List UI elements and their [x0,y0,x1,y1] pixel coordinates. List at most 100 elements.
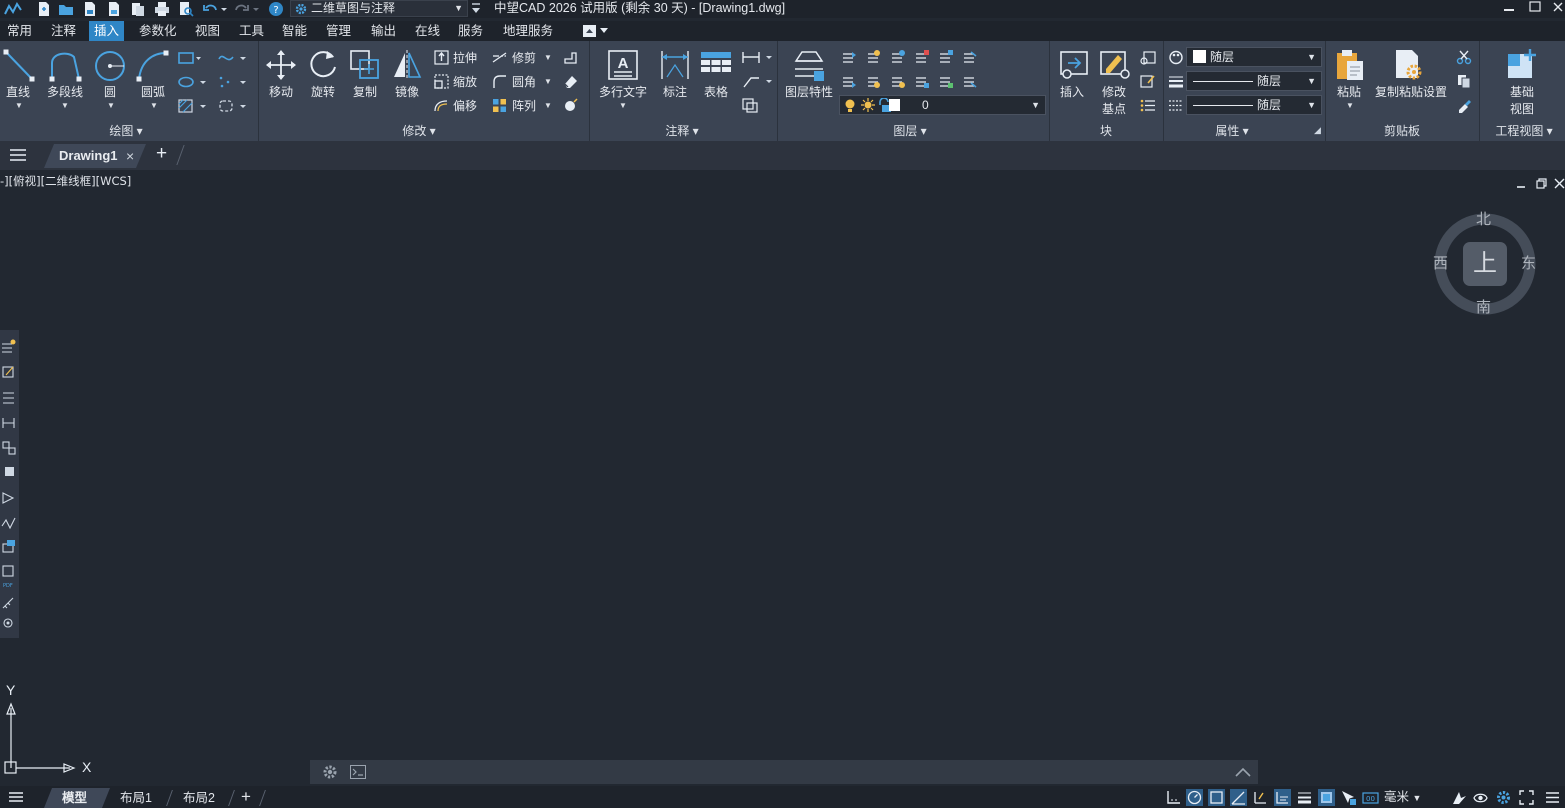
ribbon-toggle-icon[interactable] [582,24,610,38]
view-control-label[interactable]: -][俯视][二维线框][WCS] [0,173,131,189]
layout-menu-icon[interactable] [8,791,24,803]
rotate-tool-icon[interactable] [307,49,339,81]
explode-icon[interactable] [563,98,578,113]
status-menu-icon[interactable] [1544,789,1561,806]
menu-manage[interactable]: 管理 [326,21,351,41]
base-view-icon[interactable] [1506,48,1538,80]
menu-output[interactable]: 输出 [371,21,396,41]
annotation-scale-icon[interactable]: 00 [1362,789,1379,806]
minimize-icon[interactable] [1498,0,1520,17]
compass-west[interactable]: 西 [1433,252,1448,273]
isolate-objects-icon[interactable] [1472,789,1489,806]
fullscreen-icon[interactable] [1518,789,1535,806]
menu-view[interactable]: 视图 [195,21,220,41]
ortho-mode-icon[interactable] [1186,789,1203,806]
menu-smart[interactable]: 智能 [282,21,307,41]
array-icon[interactable] [492,98,507,113]
region-tool-icon[interactable] [218,99,250,113]
command-prompt-icon[interactable] [350,765,366,779]
ellipse-tool-icon[interactable] [178,75,210,89]
add-layout-button[interactable]: + [241,788,251,808]
close-tab-icon[interactable]: × [126,147,134,165]
menu-insert[interactable]: 插入 [89,21,125,41]
menu-geo-service[interactable]: 地理服务 [503,21,553,41]
menu-tools[interactable]: 工具 [239,21,264,41]
open-file-icon[interactable] [58,1,74,17]
print-preview-icon[interactable] [178,1,194,17]
rectangle-tool-icon[interactable] [178,51,202,65]
maximize-icon[interactable] [1524,0,1546,17]
edit-block-icon[interactable] [1140,74,1156,89]
layer-select[interactable]: 0 ▼ [839,95,1046,115]
menu-service[interactable]: 服务 [458,21,483,41]
viewport-close-icon[interactable] [1554,178,1565,189]
layer-properties-icon[interactable] [792,49,826,83]
viewport-minimize-icon[interactable] [1516,179,1526,189]
polar-tracking-icon[interactable] [1230,789,1247,806]
circle-dropdown-icon[interactable]: ▼ [107,101,115,110]
object-snap-icon[interactable] [1208,789,1225,806]
layout-tab-model[interactable]: 模型 [44,788,110,808]
settings-gear-icon[interactable] [1495,789,1512,806]
cut-icon[interactable] [1456,50,1472,65]
undo-dropdown-icon[interactable] [220,1,228,17]
panel-launcher-icon[interactable]: ◢ [1314,125,1321,136]
match-properties-icon[interactable] [1456,98,1472,113]
units-select[interactable]: 毫米 ▼ [1384,789,1421,806]
menu-home[interactable]: 常用 [7,21,32,41]
fillet-label[interactable]: 圆角 [512,75,536,89]
stretch-icon[interactable] [434,50,449,65]
new-tab-button[interactable]: + [156,143,167,165]
dynamic-input-icon[interactable] [1274,789,1291,806]
save-as-icon[interactable] [106,1,122,17]
document-tab-drawing1[interactable]: Drawing1 × [44,144,146,168]
circle-tool-icon[interactable] [93,49,127,83]
trim-label[interactable]: 修剪 [512,51,536,65]
table-tool-icon[interactable] [700,51,732,79]
viewcube[interactable]: 上 北 南 西 东 [1425,204,1545,320]
edit-base-point-icon[interactable] [1098,49,1132,81]
dimension-tool-icon[interactable] [659,49,691,81]
scale-label[interactable]: 缩放 [453,75,477,89]
engineering-view-panel-title[interactable]: 工程视图 ▾ [1484,123,1564,139]
undo-icon[interactable] [202,1,218,17]
line-tool-icon[interactable] [3,49,35,83]
hamburger-menu-icon[interactable] [9,148,27,162]
annotation-panel-title[interactable]: 注释 ▾ [652,123,712,139]
erase-icon[interactable] [563,74,578,89]
command-settings-gear-icon[interactable] [322,764,338,780]
array-label[interactable]: 阵列 [512,99,536,113]
properties-panel-title[interactable]: 属性 ▾ [1204,123,1260,139]
polyline-tool-icon[interactable] [48,49,82,83]
menu-parametric[interactable]: 参数化 [139,21,177,41]
paste-dropdown-icon[interactable]: ▼ [1346,101,1354,110]
fillet-dropdown-icon[interactable]: ▼ [544,77,552,86]
menu-online[interactable]: 在线 [415,21,440,41]
print-icon[interactable] [154,1,170,17]
workspace-select[interactable]: 二维草图与注释 ▼ [290,0,468,17]
paste-icon[interactable] [1334,48,1366,82]
array-dropdown-icon[interactable]: ▼ [544,101,552,110]
line-dropdown-icon[interactable]: ▼ [15,101,23,110]
layout-tab-layout1[interactable]: 布局1 [120,788,152,808]
workspace-switch-icon[interactable] [1450,789,1467,806]
help-icon[interactable]: ? [268,1,284,17]
drawing-viewport[interactable]: -][俯视][二维线框][WCS] 上 北 南 西 东 PDF Y X [0,170,1565,786]
linear-dim-icon[interactable] [742,50,774,65]
insert-block-icon[interactable] [1058,49,1090,81]
leader-icon[interactable] [742,74,774,89]
command-line[interactable] [310,760,1258,784]
stretch-label[interactable]: 拉伸 [453,51,477,65]
lineweight-select[interactable]: 随层 ▼ [1186,71,1322,91]
arc-tool-icon[interactable] [135,49,169,83]
transparency-icon[interactable] [1318,789,1335,806]
move-tool-icon[interactable] [265,49,297,81]
command-history-chevron-up-icon[interactable] [1234,766,1252,778]
side-toolbar-icons[interactable]: PDF [0,330,19,638]
redo-icon[interactable] [234,1,250,17]
mtext-tool-icon[interactable]: A [607,49,639,81]
compass-east[interactable]: 东 [1521,252,1536,273]
trim-icon[interactable] [492,50,507,65]
close-window-icon[interactable] [1550,0,1565,17]
point-tool-icon[interactable] [218,75,250,89]
